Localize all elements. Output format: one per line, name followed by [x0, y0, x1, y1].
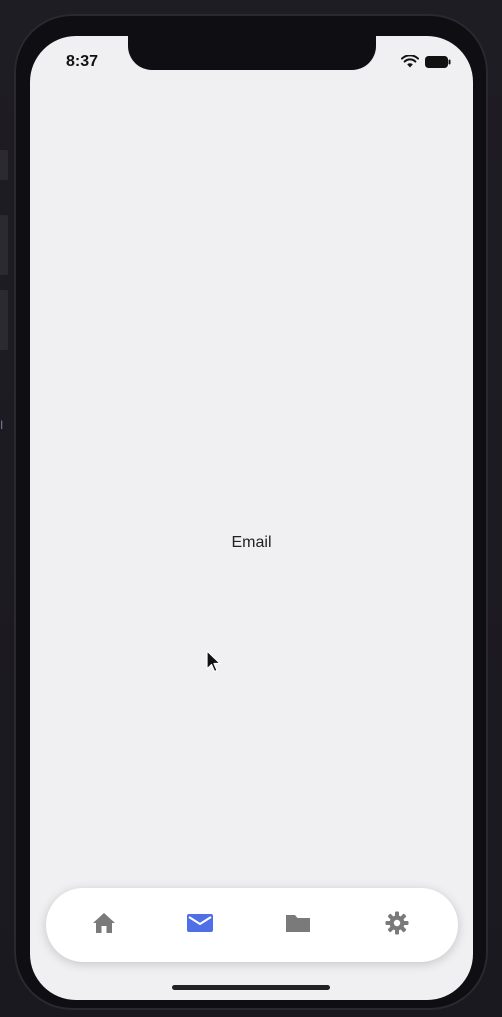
- notch: [128, 36, 376, 70]
- side-button-middle: [0, 215, 8, 275]
- home-icon: [91, 911, 117, 940]
- mail-icon: [186, 912, 214, 939]
- tab-folder[interactable]: [278, 905, 318, 945]
- side-button-lower: [0, 290, 8, 350]
- edge-glyph: I: [0, 418, 4, 432]
- tab-settings[interactable]: [377, 905, 417, 945]
- bottom-tab-bar: [46, 888, 458, 962]
- folder-icon: [284, 912, 312, 939]
- gear-icon: [384, 910, 410, 941]
- page-title: Email: [231, 534, 272, 551]
- phone-screen: 8:37 Email: [30, 36, 473, 1000]
- battery-icon: [425, 55, 451, 68]
- status-icons: [401, 55, 451, 68]
- home-indicator[interactable]: [172, 985, 330, 990]
- status-time: 8:37: [66, 53, 99, 70]
- tab-home[interactable]: [84, 905, 124, 945]
- side-button-upper: [0, 150, 8, 180]
- tab-mail[interactable]: [180, 905, 220, 945]
- wifi-icon: [401, 55, 419, 68]
- mouse-cursor-icon: [206, 650, 222, 679]
